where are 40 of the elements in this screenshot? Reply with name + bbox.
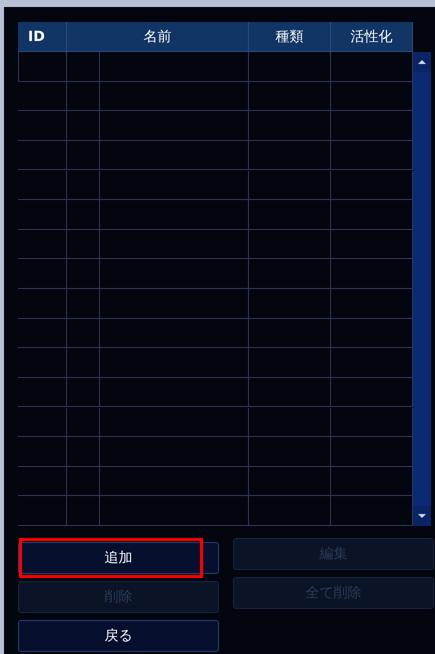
table-cell	[18, 259, 67, 289]
table-cell	[18, 140, 67, 170]
table-cell	[18, 437, 67, 467]
table-cell	[18, 318, 67, 348]
scrollbar[interactable]	[413, 52, 431, 526]
table-cell	[67, 466, 100, 496]
scroll-down-icon[interactable]	[413, 506, 431, 526]
table-cell	[18, 111, 67, 141]
table-cell	[18, 378, 67, 408]
table-cell	[67, 437, 100, 467]
table-cell	[67, 259, 100, 289]
table-cell	[67, 348, 100, 378]
table-cell	[18, 289, 67, 319]
column-header: 活性化	[331, 22, 413, 52]
table-cell	[67, 230, 100, 260]
table-cell	[67, 82, 100, 112]
table-cell	[67, 318, 100, 348]
action-button[interactable]: 戻る	[18, 620, 219, 652]
table-cell	[18, 52, 67, 82]
table-cell	[18, 200, 67, 230]
table-cell	[67, 289, 100, 319]
table-cell	[18, 496, 67, 526]
column-header: 名前	[67, 22, 249, 52]
column-header: ID	[18, 22, 67, 52]
table-cell	[67, 52, 100, 82]
table-cell	[18, 170, 67, 200]
table-cell	[18, 230, 67, 260]
table-cell	[67, 496, 100, 526]
column-header: 種類	[249, 22, 331, 52]
table-cell	[67, 200, 100, 230]
table-cell	[67, 140, 100, 170]
table-cell	[67, 408, 100, 438]
table-cell	[18, 348, 67, 378]
table-cell	[18, 408, 67, 438]
table-cell	[67, 170, 100, 200]
scroll-up-icon[interactable]	[413, 52, 431, 72]
table-cell	[18, 466, 67, 496]
table-cell	[18, 82, 67, 112]
table-cell	[67, 111, 100, 141]
table-cell	[67, 378, 100, 408]
